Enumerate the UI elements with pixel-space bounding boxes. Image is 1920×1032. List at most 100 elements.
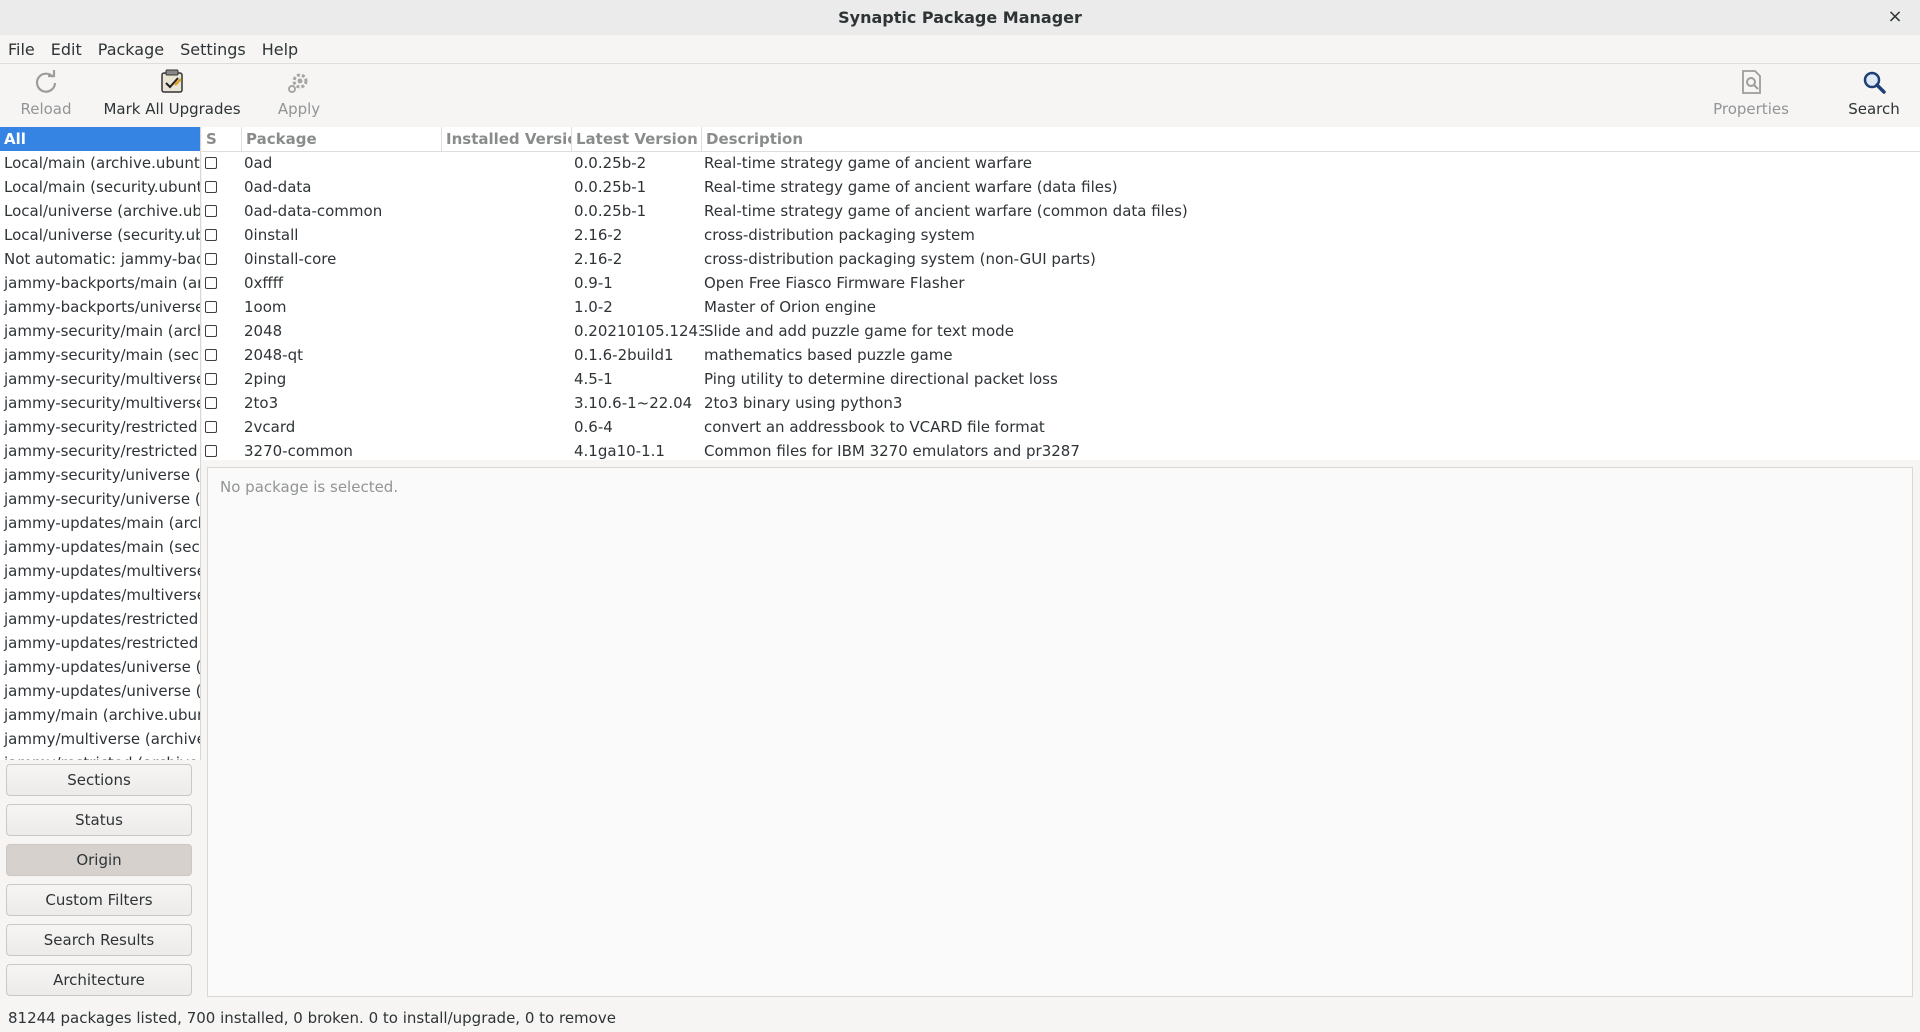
filter-item[interactable]: jammy/main (archive.ubun [0,703,200,727]
mark-all-upgrades-label: Mark All Upgrades [103,100,241,118]
table-row[interactable]: 0ad 0.0.25b-2 Real-time strategy game of… [202,151,1920,175]
table-row[interactable]: 2to3 3.10.6-1~22.04 2to3 binary using py… [202,391,1920,415]
filter-item-all[interactable]: All [0,127,200,151]
apply-button[interactable]: Apply [272,68,326,122]
table-row[interactable]: 1oom 1.0-2 Master of Orion engine [202,295,1920,319]
filter-item[interactable]: jammy-security/universe (a [0,463,200,487]
filter-item[interactable]: jammy-security/universe (s [0,487,200,511]
checkbox[interactable] [205,397,217,409]
menu-edit[interactable]: Edit [43,40,90,59]
status-cell [202,319,236,343]
filter-item[interactable]: Local/universe (security.ub [0,223,200,247]
properties-button[interactable]: Properties [1710,68,1792,122]
status-bar: 81244 packages listed, 700 installed, 0 … [0,1004,1920,1032]
filter-item[interactable]: jammy-updates/universe (s [0,679,200,703]
filter-item[interactable]: jammy-security/restricted ( [0,415,200,439]
table-row[interactable]: 0install 2.16-2 cross-distribution packa… [202,223,1920,247]
package-name: 2vcard [244,418,296,436]
checkbox[interactable] [205,229,217,241]
no-selection-message: No package is selected. [220,478,399,496]
description: cross-distribution packaging system [704,226,975,244]
filter-item[interactable]: jammy-security/main (arch [0,319,200,343]
pane-splitter[interactable] [202,460,1920,466]
table-row[interactable]: 0ad-data-common 0.0.25b-1 Real-time stra… [202,199,1920,223]
column-header-description[interactable]: Description [702,127,1920,151]
filter-item[interactable]: jammy-updates/multiverse [0,583,200,607]
checkbox[interactable] [205,349,217,361]
checkbox[interactable] [205,205,217,217]
filter-item[interactable]: jammy-security/multiverse [0,391,200,415]
checkbox[interactable] [205,325,217,337]
checkbox[interactable] [205,181,217,193]
filter-item[interactable]: Local/universe (archive.ubu [0,199,200,223]
filter-item[interactable]: jammy-updates/main (arch [0,511,200,535]
menu-help[interactable]: Help [254,40,306,59]
status-cell [202,415,236,439]
table-row[interactable]: 0ad-data 0.0.25b-1 Real-time strategy ga… [202,175,1920,199]
search-button[interactable]: Search [1844,68,1904,122]
column-header-installed-version[interactable]: Installed Version [442,127,572,151]
installed-version [440,151,570,175]
sections-button[interactable]: Sections [6,764,192,796]
package-name: 2ping [244,370,287,388]
menu-package[interactable]: Package [90,40,172,59]
filter-item[interactable]: jammy-security/main (secu [0,343,200,367]
filter-item[interactable]: jammy-security/restricted ( [0,439,200,463]
checkbox[interactable] [205,157,217,169]
package-name: 0ad-data [244,178,312,196]
filter-item[interactable]: jammy-updates/restricted ( [0,631,200,655]
filter-item[interactable]: jammy-security/multiverse [0,367,200,391]
checkbox[interactable] [205,373,217,385]
table-row[interactable]: 3270-common 4.1ga10-1.1 Common files for… [202,439,1920,460]
latest-version: 0.0.25b-2 [574,154,647,172]
filter-item[interactable]: jammy-updates/multiverse [0,559,200,583]
table-row[interactable]: 2ping 4.5-1 Ping utility to determine di… [202,367,1920,391]
origin-button[interactable]: Origin [6,844,192,876]
description: convert an addressbook to VCARD file for… [704,418,1045,436]
table-row[interactable]: 0xffff 0.9-1 Open Free Fiasco Firmware F… [202,271,1920,295]
checkbox[interactable] [205,445,217,457]
status-cell [202,247,236,271]
architecture-button[interactable]: Architecture [6,964,192,996]
installed-version [440,271,570,295]
filter-item[interactable]: Local/main (archive.ubuntu [0,151,200,175]
latest-version: 0.6-4 [574,418,613,436]
filter-item[interactable]: Not automatic: jammy-bac [0,247,200,271]
package-name: 0ad-data-common [244,202,383,220]
mark-all-upgrades-button[interactable]: Mark All Upgrades [103,68,241,122]
reload-button[interactable]: Reload [14,68,78,122]
search-results-button[interactable]: Search Results [6,924,192,956]
table-row[interactable]: 2048 0.20210105.1243 Slide and add puzzl… [202,319,1920,343]
checkbox[interactable] [205,421,217,433]
filter-item[interactable]: jammy/multiverse (archive [0,727,200,751]
column-header-status[interactable]: S [202,127,242,151]
checkbox[interactable] [205,253,217,265]
filter-item[interactable]: jammy-updates/restricted ( [0,607,200,631]
table-row[interactable]: 0install-core 2.16-2 cross-distribution … [202,247,1920,271]
description: Master of Orion engine [704,298,876,316]
checkbox[interactable] [205,301,217,313]
filter-item[interactable]: Local/main (security.ubuntu [0,175,200,199]
status-button[interactable]: Status [6,804,192,836]
status-cell [202,295,236,319]
close-icon[interactable]: × [1884,6,1906,28]
checkbox[interactable] [205,277,217,289]
filter-item[interactable]: jammy-backports/universe [0,295,200,319]
filter-item[interactable]: jammy/restricted (archive [0,751,200,760]
description: Ping utility to determine directional pa… [704,370,1058,388]
column-header-latest-version[interactable]: Latest Version [572,127,702,151]
menu-file[interactable]: File [0,40,43,59]
latest-version: 0.0.25b-1 [574,178,647,196]
description: Real-time strategy game of ancient warfa… [704,202,1188,220]
filter-item[interactable]: jammy-updates/universe (a [0,655,200,679]
installed-version [440,223,570,247]
filter-item[interactable]: jammy-backports/main (arc [0,271,200,295]
menu-settings[interactable]: Settings [172,40,254,59]
custom-filters-button[interactable]: Custom Filters [6,884,192,916]
status-cell [202,439,236,460]
table-row[interactable]: 2vcard 0.6-4 convert an addressbook to V… [202,415,1920,439]
column-header-package[interactable]: Package [242,127,442,151]
menu-bar: File Edit Package Settings Help [0,35,1920,64]
table-row[interactable]: 2048-qt 0.1.6-2build1 mathematics based … [202,343,1920,367]
filter-item[interactable]: jammy-updates/main (secu [0,535,200,559]
